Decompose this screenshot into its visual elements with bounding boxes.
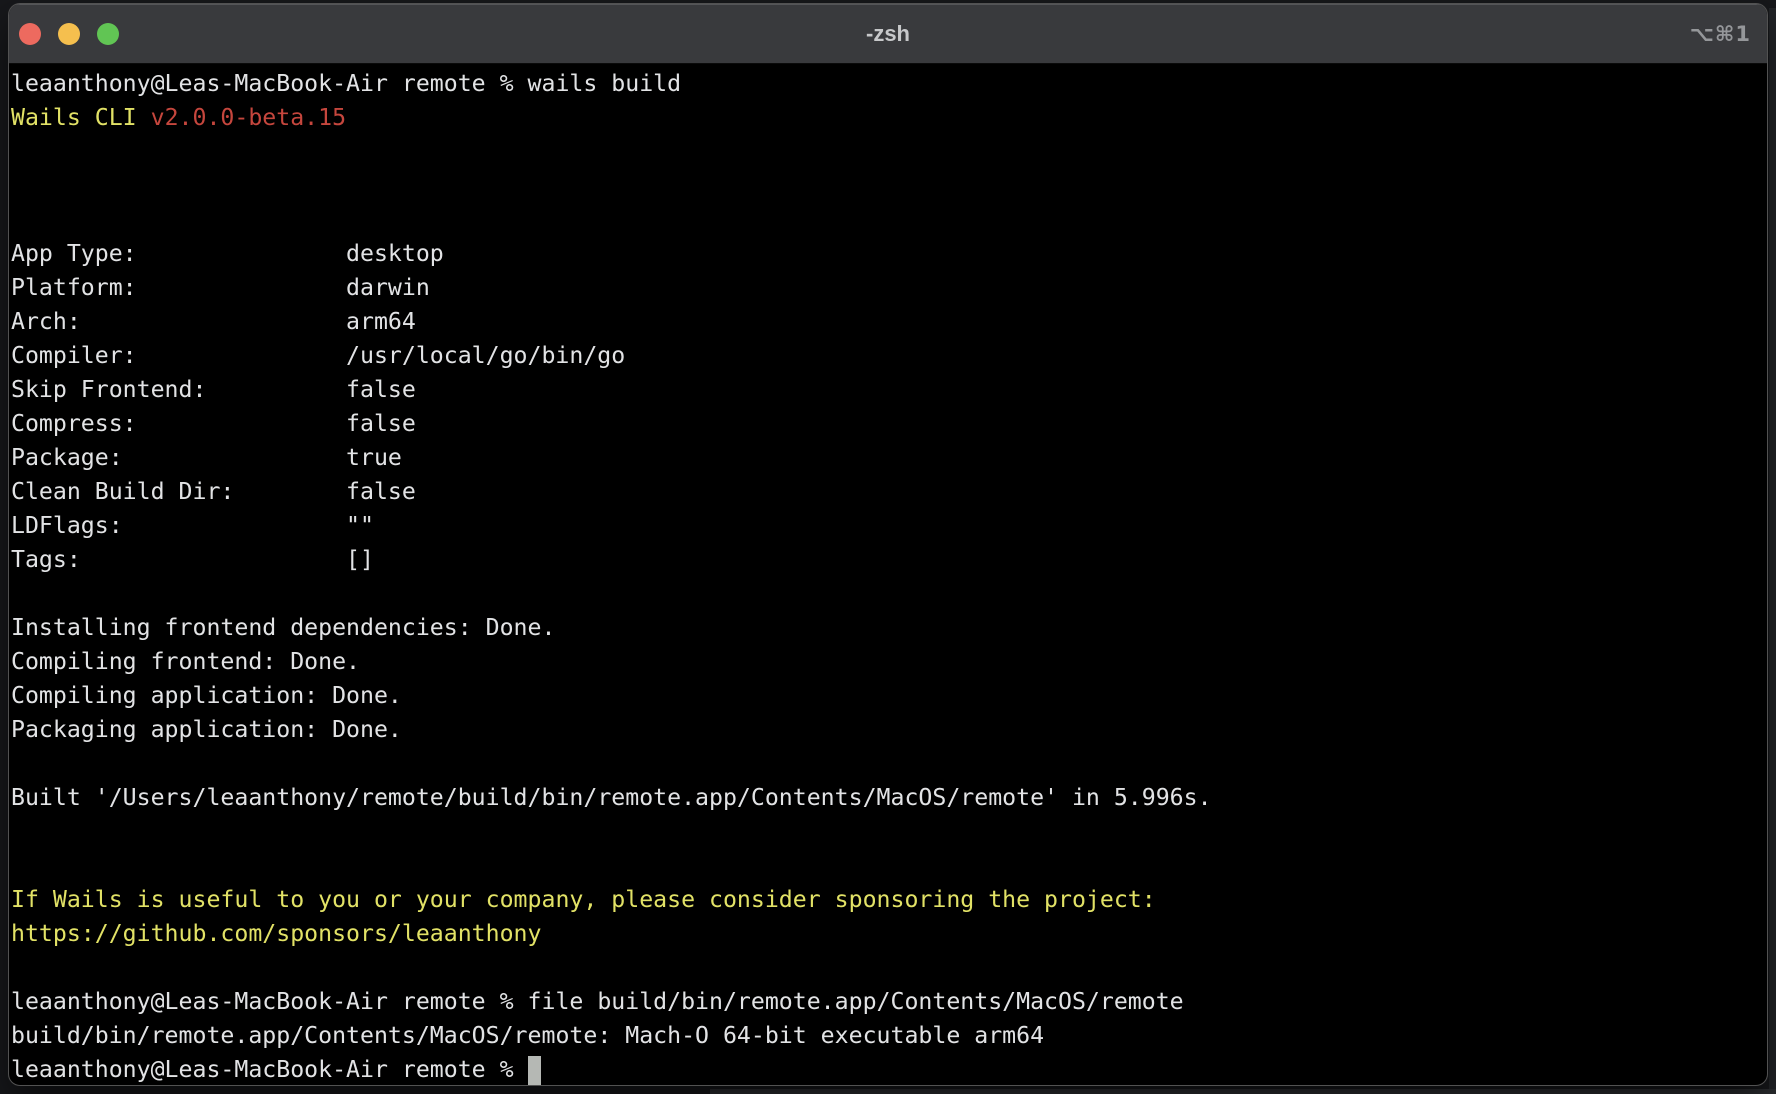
config-label: Compiler: <box>11 339 346 373</box>
terminal-line: Packaging application: Done. <box>11 713 1767 747</box>
terminal-text: Compiling frontend: Done. <box>11 648 360 675</box>
background-window-bottom <box>710 1089 1776 1094</box>
terminal-line: Built '/Users/leaanthony/remote/build/bi… <box>11 781 1767 815</box>
config-label: Platform: <box>11 271 346 305</box>
config-label: Tags: <box>11 543 346 577</box>
terminal-line <box>11 577 1767 611</box>
terminal-line: build/bin/remote.app/Contents/MacOS/remo… <box>11 1019 1767 1053</box>
terminal-line: leaanthony@Leas-MacBook-Air remote % fil… <box>11 985 1767 1019</box>
terminal-text: Compiling application: Done. <box>11 682 402 709</box>
terminal-line: LDFlags:"" <box>11 509 1767 543</box>
terminal-text: leaanthony@Leas-MacBook-Air remote % <box>11 1056 528 1083</box>
terminal-line <box>11 815 1767 849</box>
config-value: "" <box>346 512 374 539</box>
terminal-text: v2.0.0-beta.15 <box>151 104 346 131</box>
terminal-text: build/bin/remote.app/Contents/MacOS/remo… <box>11 1022 1044 1049</box>
terminal-line: Wails CLI v2.0.0-beta.15 <box>11 101 1767 135</box>
titlebar[interactable]: -zsh ⌥⌘1 <box>9 4 1767 64</box>
terminal-line <box>11 169 1767 203</box>
config-value: desktop <box>346 240 444 267</box>
config-value: /usr/local/go/bin/go <box>346 342 625 369</box>
terminal-line <box>11 203 1767 237</box>
background-window-edge <box>1769 8 1776 1094</box>
config-value: false <box>346 410 416 437</box>
terminal-line <box>11 747 1767 781</box>
traffic-lights <box>19 23 119 45</box>
desktop-background: -zsh ⌥⌘1 leaanthony@Leas-MacBook-Air rem… <box>0 0 1776 1094</box>
zoom-button[interactable] <box>97 23 119 45</box>
config-label: LDFlags: <box>11 509 346 543</box>
terminal-line: Clean Build Dir:false <box>11 475 1767 509</box>
terminal-text: Installing frontend dependencies: Done. <box>11 614 555 641</box>
terminal-line: leaanthony@Leas-MacBook-Air remote % wai… <box>11 67 1767 101</box>
terminal-line <box>11 951 1767 985</box>
config-label: App Type: <box>11 237 346 271</box>
config-value: true <box>346 444 402 471</box>
terminal-text: Built '/Users/leaanthony/remote/build/bi… <box>11 784 1212 811</box>
config-label: Arch: <box>11 305 346 339</box>
terminal-line: If Wails is useful to you or your compan… <box>11 883 1767 917</box>
minimize-button[interactable] <box>58 23 80 45</box>
terminal-line: Compiler:/usr/local/go/bin/go <box>11 339 1767 373</box>
close-button[interactable] <box>19 23 41 45</box>
config-label: Skip Frontend: <box>11 373 346 407</box>
terminal-line: Skip Frontend:false <box>11 373 1767 407</box>
terminal-line: Arch:arm64 <box>11 305 1767 339</box>
terminal-cursor <box>528 1056 541 1086</box>
terminal-text: Wails CLI <box>11 104 151 131</box>
terminal-line: Platform:darwin <box>11 271 1767 305</box>
config-value: false <box>346 376 416 403</box>
terminal-line: Tags:[] <box>11 543 1767 577</box>
terminal-text: leaanthony@Leas-MacBook-Air remote % fil… <box>11 988 1184 1015</box>
terminal-text: If Wails is useful to you or your compan… <box>11 886 1156 913</box>
window-shortcut-badge: ⌥⌘1 <box>1690 4 1751 64</box>
terminal-line: Compress:false <box>11 407 1767 441</box>
config-label: Clean Build Dir: <box>11 475 346 509</box>
config-value: [] <box>346 546 374 573</box>
terminal-line: Compiling frontend: Done. <box>11 645 1767 679</box>
terminal-line <box>11 849 1767 883</box>
terminal-line: https://github.com/sponsors/leaanthony <box>11 917 1767 951</box>
terminal-line: App Type:desktop <box>11 237 1767 271</box>
config-value: arm64 <box>346 308 416 335</box>
terminal-line: Package:true <box>11 441 1767 475</box>
terminal-text: leaanthony@Leas-MacBook-Air remote % wai… <box>11 70 681 97</box>
terminal-line: Compiling application: Done. <box>11 679 1767 713</box>
terminal-text: Packaging application: Done. <box>11 716 402 743</box>
terminal-line: leaanthony@Leas-MacBook-Air remote % <box>11 1053 1767 1086</box>
terminal-window: -zsh ⌥⌘1 leaanthony@Leas-MacBook-Air rem… <box>8 3 1768 1086</box>
config-label: Compress: <box>11 407 346 441</box>
terminal-line: Installing frontend dependencies: Done. <box>11 611 1767 645</box>
terminal-text: https://github.com/sponsors/leaanthony <box>11 920 541 947</box>
window-title: -zsh <box>9 4 1767 64</box>
config-label: Package: <box>11 441 346 475</box>
config-value: false <box>346 478 416 505</box>
config-value: darwin <box>346 274 430 301</box>
terminal-line <box>11 135 1767 169</box>
terminal-content[interactable]: leaanthony@Leas-MacBook-Air remote % wai… <box>9 64 1767 1086</box>
